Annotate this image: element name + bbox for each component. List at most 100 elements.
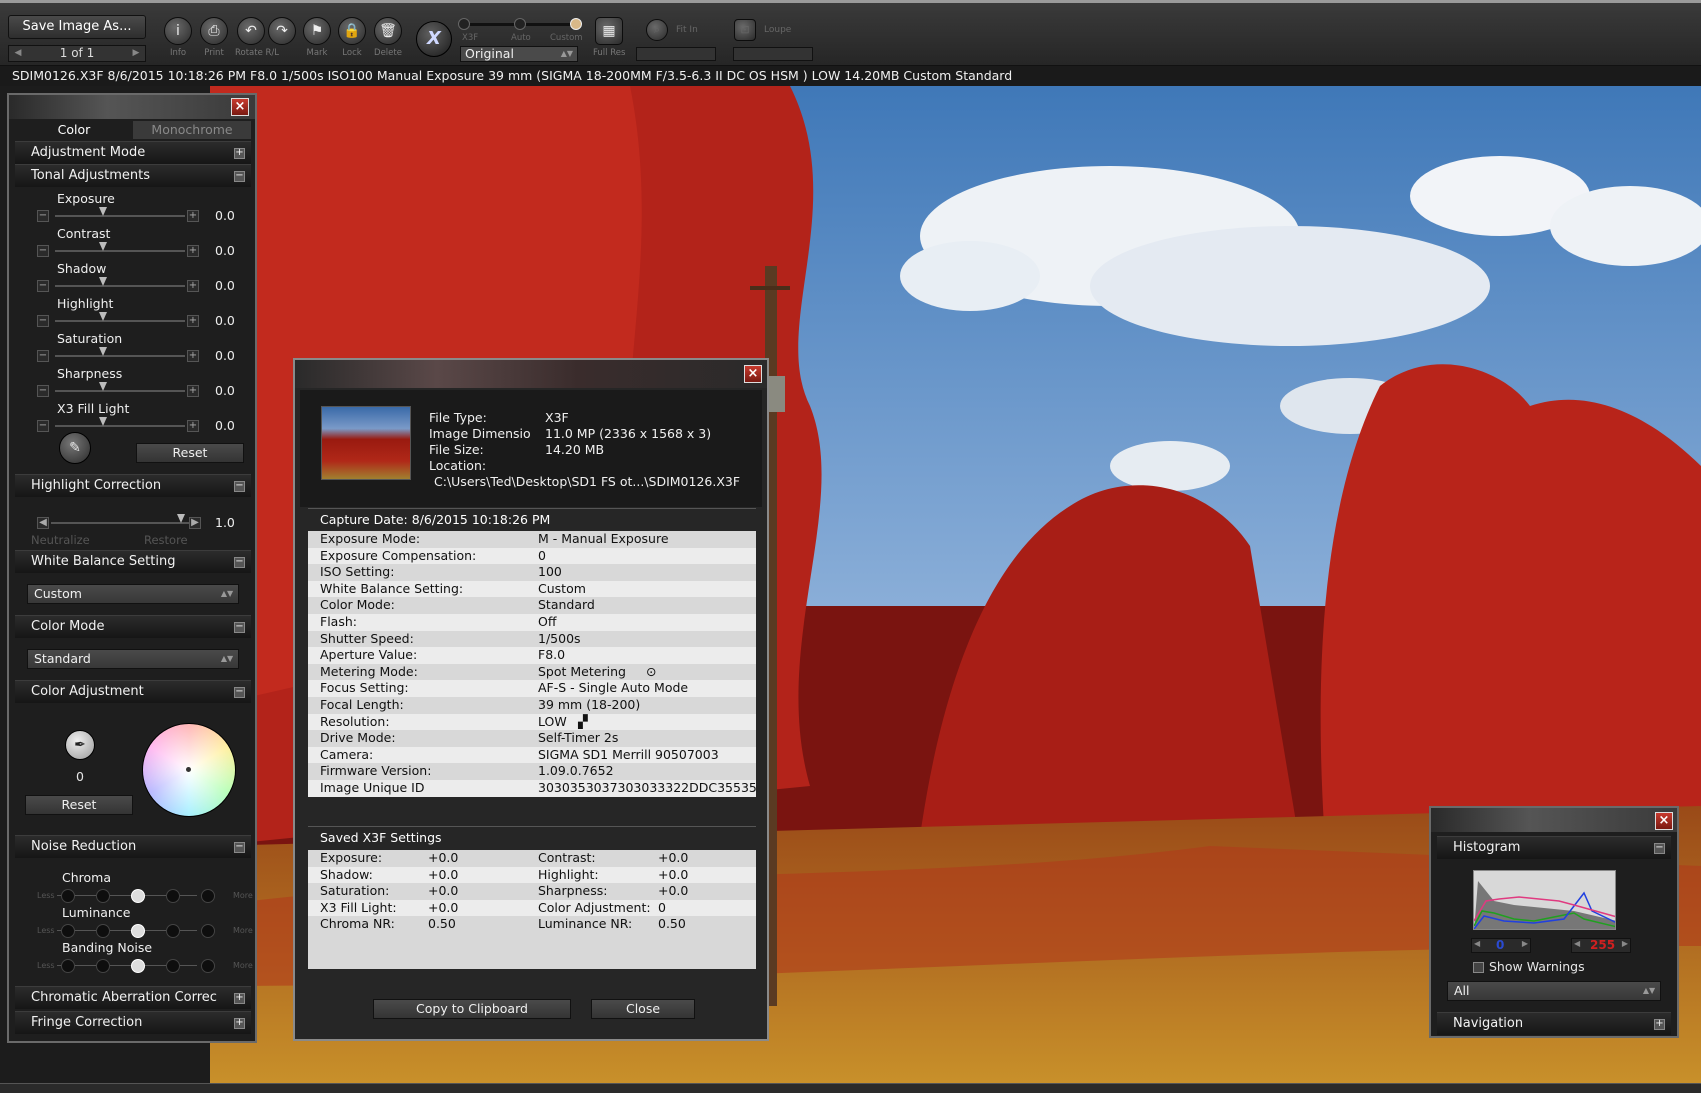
dialog-titlebar[interactable]: [295, 360, 767, 388]
plus-icon[interactable]: +: [187, 280, 199, 292]
section-tonal-adjustments[interactable]: Tonal Adjustments −: [15, 164, 251, 187]
minus-icon[interactable]: −: [37, 280, 49, 292]
section-adjustment-mode[interactable]: Adjustment Mode +: [15, 141, 251, 164]
section-chromatic-aberration[interactable]: Chromatic Aberration Correc +: [15, 986, 251, 1009]
auto-adjust-icon[interactable]: ✎: [59, 432, 91, 464]
nr-level-dot[interactable]: [201, 924, 215, 938]
close-icon[interactable]: ×: [231, 98, 249, 116]
color-mode-select[interactable]: Standard ▲▼: [27, 649, 239, 669]
collapse-icon[interactable]: −: [234, 481, 245, 492]
slider-thumb[interactable]: [99, 347, 107, 356]
section-fringe-correction[interactable]: Fringe Correction +: [15, 1011, 251, 1034]
sharpness-slider[interactable]: − +0.0: [37, 382, 242, 399]
nr-chroma-slider[interactable]: Less More: [37, 888, 253, 904]
shadow-slider[interactable]: − +0.0: [37, 277, 242, 294]
minus-icon[interactable]: −: [37, 350, 49, 362]
panel-titlebar[interactable]: [9, 95, 255, 119]
rotate-right-button[interactable]: ↷: [266, 17, 298, 48]
mark-button[interactable]: ⚑ Mark: [301, 17, 333, 58]
tonal-reset-button[interactable]: Reset: [136, 443, 244, 463]
plus-icon[interactable]: +: [187, 210, 199, 222]
nr-level-dot[interactable]: [166, 924, 180, 938]
contrast-slider[interactable]: − +0.0: [37, 242, 242, 259]
filmstrip-bar[interactable]: [0, 1083, 1701, 1093]
mode-knob-x3f[interactable]: [458, 18, 470, 30]
page-navigator[interactable]: ◀ 1 of 1 ▶: [8, 45, 146, 62]
print-button[interactable]: ⎙ Print: [198, 17, 230, 58]
exposure-slider[interactable]: − +0.0: [37, 207, 242, 224]
collapse-icon[interactable]: −: [234, 842, 245, 853]
section-histogram[interactable]: Histogram −: [1437, 836, 1671, 859]
histogram-channel-select[interactable]: All ▲▼: [1447, 981, 1661, 1001]
minus-icon[interactable]: −: [37, 385, 49, 397]
increase-icon[interactable]: ▶: [1622, 939, 1628, 948]
nr-level-dot[interactable]: [96, 959, 110, 973]
x3-fill-light-slider[interactable]: − +0.0: [37, 417, 242, 434]
decrease-icon[interactable]: ◀: [37, 517, 49, 529]
save-image-button[interactable]: Save Image As...: [8, 15, 146, 39]
highlight-slider[interactable]: − +0.0: [37, 312, 242, 329]
plus-icon[interactable]: +: [187, 315, 199, 327]
plus-icon[interactable]: +: [187, 385, 199, 397]
nr-level-dot[interactable]: [166, 959, 180, 973]
slider-thumb[interactable]: [99, 417, 107, 426]
close-icon[interactable]: ×: [744, 365, 762, 383]
panel-titlebar[interactable]: [1431, 808, 1677, 832]
collapse-icon[interactable]: −: [234, 557, 245, 568]
close-icon[interactable]: ×: [1655, 812, 1673, 830]
section-white-balance[interactable]: White Balance Setting −: [15, 550, 251, 573]
color-wheel-marker[interactable]: [186, 767, 191, 772]
minus-icon[interactable]: −: [37, 245, 49, 257]
mode-knob-auto[interactable]: [514, 18, 526, 30]
delete-button[interactable]: 🗑 Delete: [372, 17, 404, 58]
slider-thumb[interactable]: [99, 382, 107, 391]
color-wheel[interactable]: [142, 723, 236, 817]
nr-level-dot[interactable]: [61, 924, 75, 938]
x3f-logo-button[interactable]: X: [416, 21, 452, 57]
eyedropper-icon[interactable]: ✒: [65, 730, 95, 760]
tab-color[interactable]: Color: [15, 121, 133, 139]
loupe-button[interactable]: ⊡: [729, 19, 761, 41]
info-button[interactable]: i Info: [162, 17, 194, 58]
nr-level-dot[interactable]: [131, 889, 145, 903]
section-noise-reduction[interactable]: Noise Reduction −: [15, 835, 251, 858]
slider-thumb[interactable]: [99, 312, 107, 321]
slider-thumb[interactable]: [99, 207, 107, 216]
nr-level-dot[interactable]: [166, 889, 180, 903]
show-warnings-checkbox[interactable]: [1473, 962, 1484, 973]
nr-level-dot[interactable]: [131, 924, 145, 938]
copy-to-clipboard-button[interactable]: Copy to Clipboard: [373, 999, 571, 1019]
expand-icon[interactable]: +: [1654, 1019, 1665, 1030]
plus-icon[interactable]: +: [187, 420, 199, 432]
section-color-adjustment[interactable]: Color Adjustment −: [15, 680, 251, 703]
collapse-icon[interactable]: −: [234, 687, 245, 698]
color-reset-button[interactable]: Reset: [25, 795, 133, 815]
view-mode-select[interactable]: Original ▲▼: [460, 46, 578, 62]
increase-icon[interactable]: ▶: [189, 517, 201, 529]
mode-knob-custom[interactable]: [570, 18, 582, 30]
increase-icon[interactable]: ▶: [1522, 939, 1528, 948]
minus-icon[interactable]: −: [37, 315, 49, 327]
section-color-mode[interactable]: Color Mode −: [15, 615, 251, 638]
minus-icon[interactable]: −: [37, 420, 49, 432]
high-level-stepper[interactable]: ◀ 255 ▶: [1571, 938, 1631, 953]
collapse-icon[interactable]: −: [234, 171, 245, 182]
nr-level-dot[interactable]: [61, 959, 75, 973]
slider-thumb[interactable]: [99, 242, 107, 251]
prev-page-icon[interactable]: ◀: [11, 46, 25, 61]
nr-level-dot[interactable]: [201, 889, 215, 903]
nr-level-dot[interactable]: [61, 889, 75, 903]
plus-icon[interactable]: +: [187, 350, 199, 362]
saturation-slider[interactable]: − +0.0: [37, 347, 242, 364]
plus-icon[interactable]: +: [187, 245, 199, 257]
close-dialog-button[interactable]: Close: [591, 999, 695, 1019]
decrease-icon[interactable]: ◀: [1574, 939, 1580, 948]
next-page-icon[interactable]: ▶: [129, 46, 143, 61]
white-balance-select[interactable]: Custom ▲▼: [27, 584, 239, 604]
nr-level-dot[interactable]: [96, 924, 110, 938]
nr-level-dot[interactable]: [131, 959, 145, 973]
slider-thumb[interactable]: [177, 514, 185, 523]
highlight-correction-slider[interactable]: ◀ ▶ 1.0: [37, 514, 242, 531]
decrease-icon[interactable]: ◀: [1474, 939, 1480, 948]
lock-button[interactable]: 🔒 Lock: [336, 17, 368, 58]
